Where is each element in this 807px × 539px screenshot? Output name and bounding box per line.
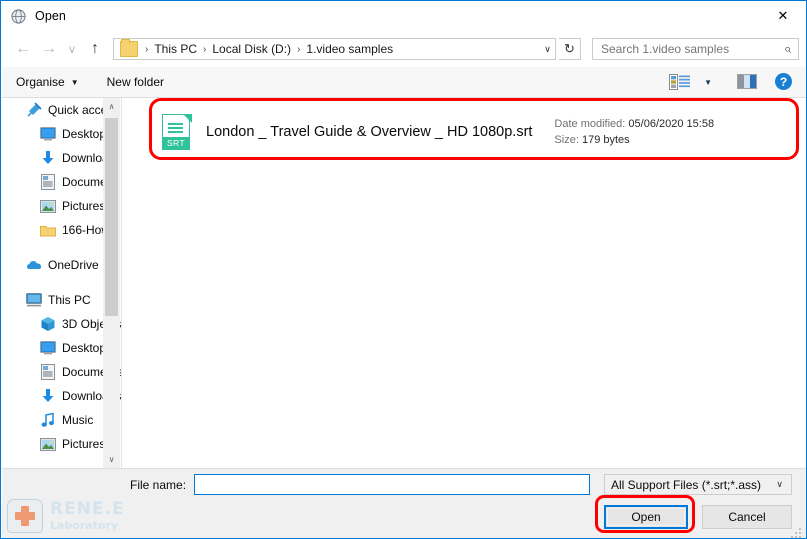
open-button-focus-ring	[607, 508, 685, 526]
size-value: 179 bytes	[581, 134, 630, 146]
file-type-value: All Support Files (*.srt;*.ass)	[611, 477, 762, 492]
3d-objects-icon	[40, 316, 56, 332]
monitor-icon	[40, 340, 56, 356]
sidebar-item-label: Desktop	[62, 127, 107, 141]
music-icon	[40, 412, 56, 428]
watermark-brand: RENE.E	[50, 499, 125, 519]
search-icon: ⌕	[783, 41, 791, 56]
sidebar-item-label: Desktop	[62, 341, 107, 355]
file-type-dropdown[interactable]: All Support Files (*.srt;*.ass) ∨	[604, 474, 792, 495]
preview-pane-icon[interactable]	[737, 74, 757, 89]
document-icon	[40, 174, 56, 190]
cancel-button[interactable]: Cancel	[702, 505, 792, 529]
breadcrumb-item-video-samples[interactable]: 1.video samples	[305, 42, 394, 56]
preview-pane-right	[750, 75, 756, 88]
resize-grip[interactable]	[791, 525, 803, 538]
chevron-down-icon: ▼	[70, 77, 79, 87]
chevron-down-icon: ∨	[776, 479, 783, 489]
title-bar: Open ✕	[1, 1, 806, 31]
srt-file-icon: SRT	[162, 114, 192, 150]
pictures-icon	[40, 436, 56, 452]
download-icon	[40, 388, 56, 404]
organise-button[interactable]: Organise ▼	[16, 75, 79, 89]
scroll-up-icon[interactable]: ∧	[103, 98, 120, 115]
scrollbar-thumb[interactable]	[105, 118, 118, 316]
close-icon[interactable]: ✕	[760, 1, 806, 30]
folder-icon	[120, 39, 138, 57]
chevron-down-icon[interactable]: ▼	[704, 78, 712, 87]
pin-star-icon	[26, 102, 42, 118]
file-list[interactable]: SRT London _ Travel Guide & Overview _ H…	[121, 98, 806, 468]
breadcrumb-separator-0[interactable]: ›	[140, 44, 153, 55]
recent-locations-button[interactable]: ∨	[62, 36, 82, 62]
file-name-label: London _ Travel Guide & Overview _ HD 10…	[206, 124, 533, 140]
download-icon	[40, 150, 56, 166]
window-app-icon	[10, 8, 26, 24]
folder-icon	[40, 222, 56, 238]
document-icon	[40, 364, 56, 380]
cloud-icon	[26, 257, 42, 273]
help-icon[interactable]: ?	[775, 73, 792, 90]
size-label: Size:	[554, 134, 579, 146]
breadcrumb-separator-1[interactable]: ›	[198, 44, 211, 55]
forward-button[interactable]: →	[36, 36, 62, 62]
file-name-input[interactable]	[194, 474, 590, 495]
monitor-icon	[40, 126, 56, 142]
search-box[interactable]: ⌕	[592, 38, 799, 60]
chevron-down-icon[interactable]: ∨	[539, 39, 556, 59]
sidebar-item-label: Pictures	[62, 199, 106, 213]
breadcrumb-item-this-pc[interactable]: This PC	[153, 42, 198, 56]
refresh-icon[interactable]: ↻	[559, 38, 581, 60]
file-metadata: Date modified: 05/06/2020 15:58 Size: 17…	[554, 116, 714, 148]
pc-icon	[26, 292, 42, 308]
medical-cross-icon	[7, 499, 43, 533]
search-input[interactable]	[599, 41, 773, 57]
breadcrumb[interactable]: › This PC › Local Disk (D:) › 1.video sa…	[113, 38, 556, 60]
date-modified-label: Date modified:	[554, 118, 626, 130]
sidebar-item-label: Music	[62, 413, 94, 427]
breadcrumb-item-local-disk[interactable]: Local Disk (D:)	[211, 42, 292, 56]
file-name-field-label: File name:	[130, 478, 187, 492]
file-type-badge: SRT	[163, 137, 189, 149]
pictures-icon	[40, 198, 56, 214]
organise-label: Organise	[16, 75, 65, 89]
watermark-text: RENE.E Laboratory	[50, 499, 125, 532]
sidebar-scrollbar[interactable]: ∧ ∨	[103, 98, 120, 468]
scroll-down-icon[interactable]: ∨	[103, 451, 120, 468]
window-title: Open	[35, 9, 66, 23]
command-bar: Organise ▼ New folder ▼ ?	[2, 67, 806, 98]
open-button[interactable]: Open	[604, 505, 688, 529]
watermark-logo: RENE.E Laboratory	[7, 496, 139, 536]
sidebar-item-label: OneDrive	[48, 258, 99, 272]
watermark-subtitle: Laboratory	[50, 519, 119, 532]
file-list-item[interactable]: SRT London _ Travel Guide & Overview _ H…	[154, 108, 804, 156]
date-modified-value: 05/06/2020 15:58	[628, 118, 715, 130]
up-button[interactable]: ↑	[82, 36, 108, 62]
sidebar-item-label: Pictures	[62, 437, 106, 451]
sidebar-item-label: This PC	[48, 293, 91, 307]
back-button[interactable]: ←	[10, 36, 36, 62]
view-layout-icon[interactable]	[669, 74, 691, 90]
new-folder-button[interactable]: New folder	[107, 75, 164, 89]
open-file-dialog: Open ✕ ← → ∨ ↑ › This PC › Local Disk (D…	[0, 0, 807, 539]
breadcrumb-separator-2[interactable]: ›	[292, 44, 305, 55]
